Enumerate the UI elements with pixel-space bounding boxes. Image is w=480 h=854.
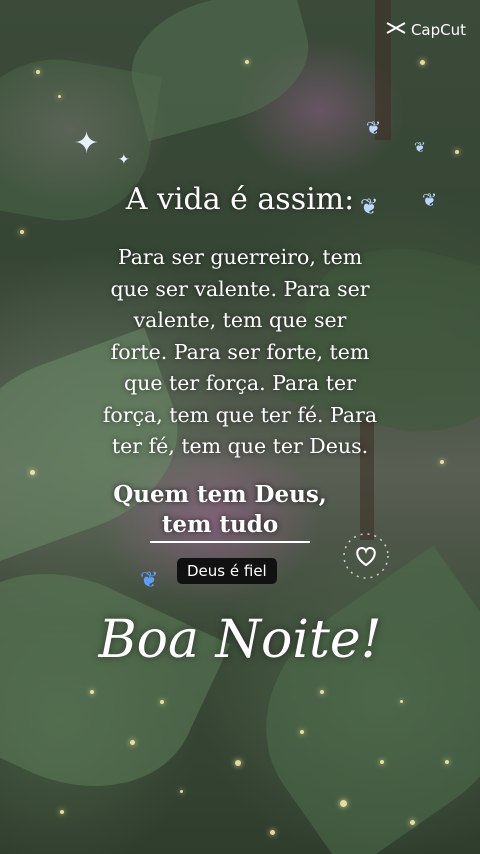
glow-dot	[160, 700, 164, 704]
butterfly-icon: ❦	[414, 140, 426, 156]
capcut-logo: CapCut	[385, 20, 466, 40]
glow-dot	[90, 690, 94, 694]
quote-line: forte. Para ser forte, tem	[110, 339, 370, 364]
glow-dot	[36, 70, 40, 74]
glow-dot	[245, 60, 249, 64]
quote-title: A vida é assim:	[125, 182, 355, 217]
heart-icon	[340, 530, 392, 582]
highlight-line: tem tudo	[161, 511, 279, 538]
glow-dot	[440, 460, 444, 464]
quote-line: valente, tem que ser	[133, 308, 347, 332]
good-night-greeting: Boa Noite!	[98, 610, 382, 670]
glow-dot	[410, 820, 415, 825]
quote-line: que ser valente. Para ser	[110, 276, 370, 301]
glow-dot	[20, 230, 24, 234]
quote-line: Para ser guerreiro, tem	[117, 245, 363, 269]
logo-text: CapCut	[410, 21, 466, 39]
glow-dot	[320, 690, 324, 694]
glow-dot	[235, 760, 241, 766]
sparkle-icon: ✦	[74, 126, 100, 161]
highlight-text: Quem tem Deus, tem tudo	[90, 480, 350, 540]
leaf-shape	[220, 545, 480, 854]
glow-dot	[30, 470, 35, 475]
glow-dot	[340, 800, 347, 807]
quote-body: Para ser guerreiro, tem que ser valente.…	[60, 242, 420, 463]
caption-badge: Deus é fiel	[177, 558, 277, 584]
highlight-line: Quem tem Deus,	[113, 481, 327, 508]
glow-dot	[180, 790, 183, 793]
glow-dot	[400, 700, 403, 703]
sparkle-icon: ✦	[118, 152, 130, 168]
glow-dot	[58, 95, 61, 98]
butterfly-icon: ❦	[140, 568, 159, 593]
glow-dot	[60, 810, 64, 814]
glow-dot	[130, 740, 135, 745]
glow-dot	[300, 730, 304, 734]
leaf-shape	[117, 0, 323, 142]
glow-dot	[445, 760, 449, 764]
quote-line: ter fé, tem que ter Deus.	[111, 434, 369, 458]
glow-dot	[270, 830, 275, 835]
capcut-logo-icon	[385, 20, 407, 40]
quote-line: força, tem que ter fé. Para	[102, 402, 378, 427]
quote-line: que ter força. Para ter	[124, 371, 356, 395]
glow-dot	[380, 760, 384, 764]
background-photo: ✦ ✦ ❦ ❦ ❦ ❦ ❦ CapCut A vida é assim: Par…	[0, 0, 480, 854]
highlight-underline	[150, 541, 310, 543]
glow-dot	[420, 60, 425, 65]
glow-dot	[455, 150, 459, 154]
butterfly-icon: ❦	[366, 118, 382, 139]
